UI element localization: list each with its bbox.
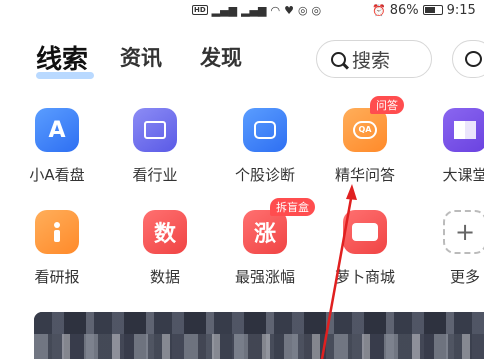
stock-diagnosis-icon xyxy=(243,108,287,152)
chart-board-icon xyxy=(133,108,177,152)
status-right: ⏰ 86% 9:15 xyxy=(372,0,476,20)
grid-item-data[interactable]: 数 数据 xyxy=(120,210,210,300)
app-notification-icon: ◎ xyxy=(297,3,308,17)
grid-item-stock-diagnosis[interactable]: 个股诊断 xyxy=(220,108,310,198)
grid-item-more[interactable]: + 更多 xyxy=(420,210,484,300)
wifi-icon: ◠ xyxy=(270,3,281,17)
grid-item-top-gainers[interactable]: 涨 拆盲盒 最强涨幅 xyxy=(220,198,315,300)
a-icon: A xyxy=(35,108,79,152)
alarm-icon: ⏰ xyxy=(372,3,386,17)
grid-item-xiaoa[interactable]: A 小A看盘 xyxy=(12,108,102,198)
tab-news[interactable]: 资讯 xyxy=(120,42,162,72)
hd-icon: HD xyxy=(192,5,208,15)
heart-icon: ♥ xyxy=(284,3,294,17)
rise-icon: 涨 xyxy=(243,210,287,254)
clock: 9:15 xyxy=(446,2,476,18)
search-input[interactable]: 搜索 xyxy=(316,40,432,78)
status-left: HD ▂▄▆ ▂▄▆ ◠ ♥ ◎ ◎ xyxy=(192,0,321,20)
grid-item-store[interactable]: 萝卜商城 xyxy=(320,210,410,300)
search-placeholder: 搜索 xyxy=(352,49,391,72)
grid-item-label: 更多 xyxy=(449,268,480,286)
badge-qa: 问答 xyxy=(370,96,404,114)
banner-image-overlay xyxy=(34,334,484,359)
info-icon xyxy=(35,210,79,254)
grid-item-label: 看行业 xyxy=(132,166,178,184)
grid-item-label: 数据 xyxy=(149,268,180,286)
battery-percent: 86% xyxy=(389,2,419,18)
app-notification-icon-2: ◎ xyxy=(311,3,322,17)
book-icon xyxy=(443,108,484,152)
grid-item-label: 小A看盘 xyxy=(29,166,85,184)
tab-discover[interactable]: 发现 xyxy=(200,42,242,72)
message-button[interactable] xyxy=(452,40,484,78)
data-icon: 数 xyxy=(143,210,187,254)
badge-blind-box: 拆盲盒 xyxy=(270,198,315,216)
grid-item-label: 看研报 xyxy=(34,268,80,286)
grid-item-label: 精华问答 xyxy=(334,166,395,184)
battery-icon xyxy=(422,5,443,15)
search-icon xyxy=(331,51,346,67)
grid-item-qa[interactable]: QA 问答 精华问答 xyxy=(320,96,410,198)
signal-icon: ▂▄▆ xyxy=(211,3,238,17)
signal-icon-2: ▂▄▆ xyxy=(241,3,267,17)
store-icon xyxy=(343,210,387,254)
grid-item-label: 最强涨幅 xyxy=(234,268,295,286)
message-icon xyxy=(465,51,482,67)
qa-bubble-icon: QA xyxy=(343,108,387,152)
plus-icon: + xyxy=(443,210,484,254)
grid-item-label: 大课堂 xyxy=(442,166,484,184)
status-bar: HD ▂▄▆ ▂▄▆ ◠ ♥ ◎ ◎ ⏰ 86% 9:15 xyxy=(0,0,484,20)
grid-item-label: 萝卜商城 xyxy=(334,268,395,286)
tab-clues[interactable]: 线索 xyxy=(36,39,88,76)
grid-item-classroom[interactable]: 大课堂 xyxy=(420,108,484,198)
grid-item-research[interactable]: 看研报 xyxy=(12,210,102,300)
top-navigation: 线索 资讯 发现 搜索 xyxy=(0,36,484,86)
grid-item-label: 个股诊断 xyxy=(234,166,295,184)
promo-banner[interactable] xyxy=(34,312,484,359)
grid-item-industry[interactable]: 看行业 xyxy=(110,108,200,198)
